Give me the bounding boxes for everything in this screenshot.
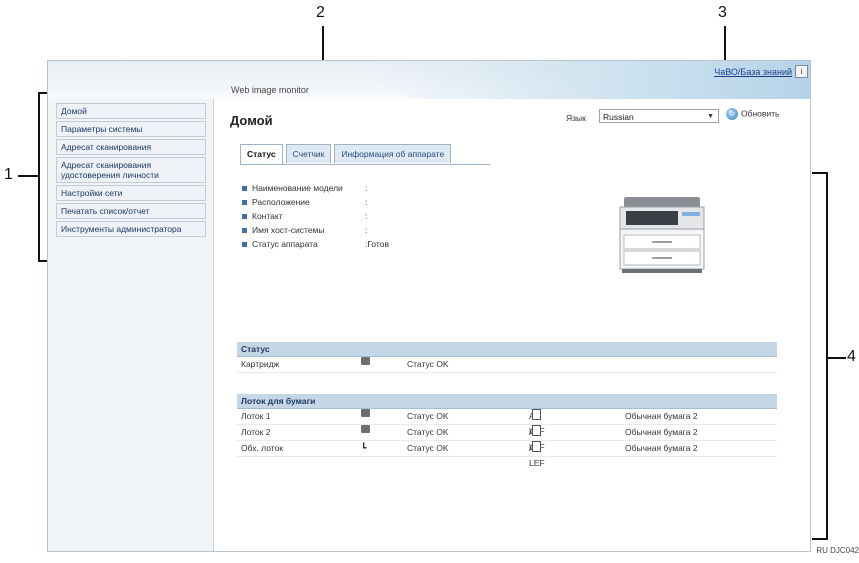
sidebar-menu: Домой Параметры системы Адресат сканиров…: [56, 103, 206, 239]
bullet-icon: [242, 214, 247, 220]
bullet-icon: [242, 242, 247, 248]
callout-1: 1: [4, 166, 13, 183]
tab-device-info[interactable]: Информация об аппарате: [334, 144, 452, 163]
refresh-label: Обновить: [741, 108, 780, 119]
row-paper-type: Обычная бумага 2: [625, 411, 698, 421]
row-status: Статус OK: [407, 443, 449, 453]
row-status: Статус OK: [407, 427, 449, 437]
paper-orientation-icon: [532, 441, 541, 452]
web-image-monitor-window: Web image monitor ЧаВО/База знаний i Дом…: [47, 60, 811, 552]
bullet-icon: [242, 186, 247, 192]
language-value: Russian: [603, 112, 634, 122]
main-content: Домой Язык Russian ▼ ↻ Обновить Статус Сч…: [214, 99, 810, 551]
paper-tray-section: Лоток для бумаги Лоток 1 Статус OK A4 LE…: [237, 394, 777, 468]
sidebar-item-admin-tools[interactable]: Инструменты администратора: [56, 221, 206, 237]
bullet-icon: [242, 228, 247, 234]
callout-3: 3: [718, 4, 727, 21]
bypass-tray-icon: ┗: [361, 443, 367, 453]
status-section: Статус Картридж Статус OK: [237, 342, 777, 373]
info-row-device-status: Статус аппарата:Готов: [242, 237, 389, 251]
sidebar: Домой Параметры системы Адресат сканиров…: [48, 99, 214, 551]
info-icon[interactable]: i: [795, 65, 808, 78]
chevron-down-icon: ▼: [707, 113, 714, 120]
info-row-hostname: Имя хост-системы:: [242, 223, 389, 237]
row-status: Статус OK: [407, 359, 449, 369]
paper-section-title: Лоток для бумаги: [237, 394, 777, 409]
device-info-list: Наименование модели: Расположение: Конта…: [242, 181, 389, 251]
table-row: Картридж Статус OK: [237, 357, 777, 373]
brand-label: Web image monitor: [231, 85, 309, 95]
table-row: Обх. лоток ┗ Статус OK A4 LEF Обычная бу…: [237, 441, 777, 468]
info-row-contact: Контакт:: [242, 209, 389, 223]
callout-4-line: [828, 357, 846, 359]
tab-status[interactable]: Статус: [240, 144, 283, 164]
info-row-model: Наименование модели:: [242, 181, 389, 195]
reference-code: RU DJC042: [816, 546, 859, 555]
top-banner: Web image monitor ЧаВО/База знаний i: [48, 61, 810, 99]
sidebar-item-id-scan-destination[interactable]: Адресат сканирования удостоверения лично…: [56, 157, 206, 183]
row-status: Статус OK: [407, 411, 449, 421]
paper-orientation-icon: [532, 425, 541, 436]
sidebar-item-scan-destination[interactable]: Адресат сканирования: [56, 139, 206, 155]
sidebar-item-print-list-report[interactable]: Печатать список/отчет: [56, 203, 206, 219]
language-select[interactable]: Russian ▼: [599, 109, 719, 123]
language-label: Язык: [566, 113, 586, 123]
row-name: Картридж: [241, 359, 280, 369]
callout-1-line: [18, 175, 38, 177]
printer-image: [619, 197, 705, 273]
page-title: Домой: [230, 113, 273, 128]
callout-4: 4: [847, 348, 856, 365]
row-name: Лоток 1: [241, 411, 271, 421]
info-row-location: Расположение:: [242, 195, 389, 209]
table-row: Лоток 2 Статус OK A4 LEF Обычная бумага …: [237, 425, 777, 452]
table-row: Лоток 1 Статус OK A4 LEF Обычная бумага …: [237, 409, 777, 436]
callout-2: 2: [316, 4, 325, 21]
tab-counter[interactable]: Счетчик: [285, 144, 332, 163]
sidebar-item-system-settings[interactable]: Параметры системы: [56, 121, 206, 137]
faq-knowledge-base-link[interactable]: ЧаВО/База знаний: [714, 67, 792, 77]
refresh-button[interactable]: ↻ Обновить: [726, 108, 780, 120]
status-section-title: Статус: [237, 342, 777, 357]
refresh-icon: ↻: [726, 108, 738, 120]
sidebar-item-network-settings[interactable]: Настройки сети: [56, 185, 206, 201]
bullet-icon: [242, 200, 247, 206]
row-paper-type: Обычная бумага 2: [625, 427, 698, 437]
paper-orientation-icon: [532, 409, 541, 420]
row-name: Лоток 2: [241, 427, 271, 437]
row-paper-type: Обычная бумага 2: [625, 443, 698, 453]
sidebar-item-home[interactable]: Домой: [56, 103, 206, 119]
bracket-4: [812, 172, 828, 540]
row-name: Обх. лоток: [241, 443, 284, 453]
tab-bar: Статус Счетчик Информация об аппарате: [240, 144, 490, 165]
